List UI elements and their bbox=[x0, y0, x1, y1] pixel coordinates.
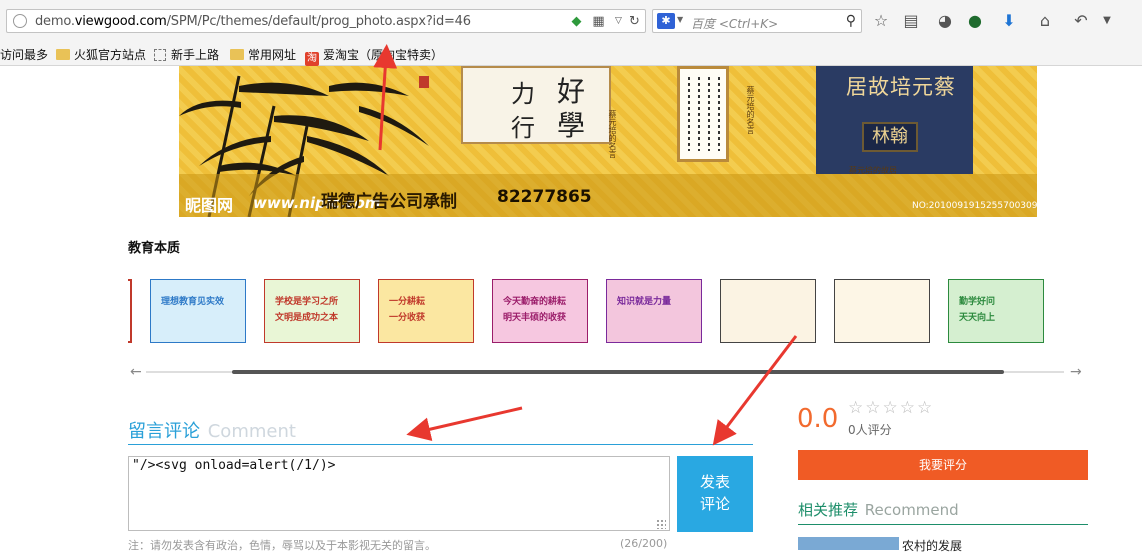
temple-photo: 居故培元蔡 林翰 bbox=[816, 66, 973, 174]
divider bbox=[798, 524, 1088, 525]
comment-note: 注：请勿发表含有政治，色情，辱骂以及于本影视无关的留言。 bbox=[128, 539, 436, 552]
thumbnail[interactable]: 勤学好问 天天向上 bbox=[948, 279, 1044, 343]
image-number: NO:20100919152557003098 bbox=[912, 201, 1037, 211]
watermark-site: 昵图网 bbox=[185, 196, 234, 215]
scroll-left-arrow-icon[interactable]: ← bbox=[130, 364, 142, 380]
qr-code-icon[interactable]: ▦ bbox=[591, 14, 606, 29]
back-icon[interactable]: ↶ bbox=[1070, 10, 1092, 32]
submit-comment-button[interactable]: 发表 评论 bbox=[677, 456, 753, 532]
char-counter: (26/200) bbox=[620, 537, 668, 550]
recommend-thumbnail[interactable] bbox=[798, 537, 899, 550]
reload-icon[interactable]: ↻ bbox=[627, 14, 642, 29]
thumbnail-caption: 天天向上 bbox=[959, 313, 996, 323]
browser-toolbar: demo.viewgood.com/SPM/Pc/themes/default/… bbox=[0, 0, 1142, 42]
home-icon[interactable]: ⌂ bbox=[1034, 10, 1056, 32]
dropdown-arrow-icon[interactable]: ▽ bbox=[611, 14, 626, 29]
scroll-right-arrow-icon[interactable]: → bbox=[1070, 364, 1082, 380]
divider bbox=[128, 444, 753, 445]
banner-caption: 蔡元培的名言 bbox=[746, 86, 755, 134]
thumbnail-caption: 今天勤奋的耕耘 bbox=[503, 297, 567, 307]
folder-icon bbox=[230, 49, 244, 60]
thumbnail-caption: 文明是成功之本 bbox=[275, 313, 339, 323]
thumbnail-caption: 一分收获 bbox=[389, 313, 426, 323]
rating-count: 0人评分 bbox=[848, 423, 892, 437]
comment-input[interactable] bbox=[128, 456, 670, 531]
scroll-card bbox=[677, 66, 729, 162]
thumbnail[interactable]: 一分耕耘 一分收获 bbox=[378, 279, 474, 343]
globe-icon bbox=[13, 14, 27, 28]
rate-button[interactable]: 我要评分 bbox=[798, 450, 1088, 480]
banner-phone: 82277865 bbox=[497, 187, 592, 207]
banner-company: 瑞德广告公司承制 bbox=[321, 192, 457, 212]
search-engine-icon[interactable]: ✱ bbox=[657, 13, 675, 29]
thumbnail[interactable]: 理想教育见实效 bbox=[150, 279, 246, 343]
thumbnail[interactable] bbox=[720, 279, 816, 343]
calligraphy-card: 好 力 學 行 bbox=[461, 66, 611, 144]
engine-dropdown-icon[interactable]: ▼ bbox=[677, 15, 683, 24]
bookmark-most-visited[interactable]: 访问最多 bbox=[0, 46, 48, 63]
thumbnail[interactable] bbox=[834, 279, 930, 343]
bookmark-star-icon[interactable]: ☆ bbox=[870, 10, 892, 32]
rating-score: 0.0 bbox=[797, 404, 839, 434]
bookmarks-bar: 访问最多 火狐官方站点 新手上路 常用网址 淘爱淘宝（原淘宝特卖） bbox=[0, 42, 1142, 66]
download-icon[interactable]: ⬇ bbox=[998, 10, 1020, 32]
bookmark-common-sites[interactable]: 常用网址 bbox=[230, 46, 296, 63]
thumbnail[interactable]: 今天勤奋的耕耘 明天丰硕的收获 bbox=[492, 279, 588, 343]
thumbnail-caption: 勤学好问 bbox=[959, 297, 996, 307]
menu-arrow-icon[interactable]: ▼ bbox=[1096, 10, 1118, 32]
rating-stars[interactable]: ☆☆☆☆☆ bbox=[848, 398, 934, 418]
gallery-title: 教育本质 bbox=[128, 241, 181, 256]
search-box[interactable]: ✱ ▼ 百度 <Ctrl+K> ⚲ bbox=[652, 9, 862, 33]
recommend-title: 相关推荐 Recommend bbox=[798, 501, 959, 519]
arrow-to-comment-input bbox=[406, 406, 523, 441]
bookmark-getting-started[interactable]: 新手上路 bbox=[154, 46, 219, 63]
thumbnail[interactable] bbox=[128, 279, 132, 343]
thumbnail-caption: 知识就是力量 bbox=[617, 297, 672, 307]
search-placeholder: 百度 <Ctrl+K> bbox=[691, 17, 779, 31]
page-icon bbox=[154, 49, 166, 61]
recommend-item-title[interactable]: 农村的发展 bbox=[902, 537, 962, 554]
resize-grip-icon[interactable] bbox=[656, 519, 666, 529]
url-text[interactable]: demo.viewgood.com/SPM/Pc/themes/default/… bbox=[35, 14, 471, 29]
thumbnail-strip: 理想教育见实效 学校是学习之所 文明是成功之本 一分耕耘 一分收获 今天勤奋的耕耘 明天丰硕… bbox=[128, 279, 1088, 345]
folder-icon bbox=[56, 49, 70, 60]
thumbnail[interactable]: 学校是学习之所 文明是成功之本 bbox=[264, 279, 360, 343]
thumbnail-caption: 明天丰硕的收获 bbox=[503, 313, 567, 323]
scroll-thumb[interactable] bbox=[232, 370, 1004, 374]
thumbnail-caption: 理想教育见实效 bbox=[161, 297, 225, 307]
temple-plaque: 林翰 bbox=[862, 122, 918, 152]
shield-icon[interactable]: ◆ bbox=[569, 14, 584, 29]
reading-list-icon[interactable]: ▤ bbox=[900, 10, 922, 32]
taobao-icon: 淘 bbox=[305, 52, 319, 66]
palette-icon[interactable]: ◕ bbox=[934, 10, 956, 32]
thumbnail[interactable]: 知识就是力量 bbox=[606, 279, 702, 343]
arrow-to-submit bbox=[712, 335, 798, 446]
thumbnail-caption: 学校是学习之所 bbox=[275, 297, 339, 307]
extension-shield-icon[interactable]: ● bbox=[964, 10, 986, 32]
thumbnail-caption: 一分耕耘 bbox=[389, 297, 426, 307]
comment-title: 留言评论 Comment bbox=[128, 421, 296, 442]
address-bar[interactable]: demo.viewgood.com/SPM/Pc/themes/default/… bbox=[6, 9, 646, 33]
bookmark-firefox-site[interactable]: 火狐官方站点 bbox=[56, 46, 146, 63]
temple-sign: 居故培元蔡 bbox=[846, 75, 956, 99]
banner-caption: 蔡元培的名言 bbox=[608, 110, 617, 158]
bookmark-taobao[interactable]: 淘爱淘宝（原淘宝特卖） bbox=[305, 46, 443, 66]
search-icon[interactable]: ⚲ bbox=[846, 13, 856, 29]
banner-image: 好 力 學 行 蔡元培的名言 蔡元培的名言 居故培元蔡 林翰 蔡元培的故居 昵图… bbox=[179, 66, 1037, 217]
